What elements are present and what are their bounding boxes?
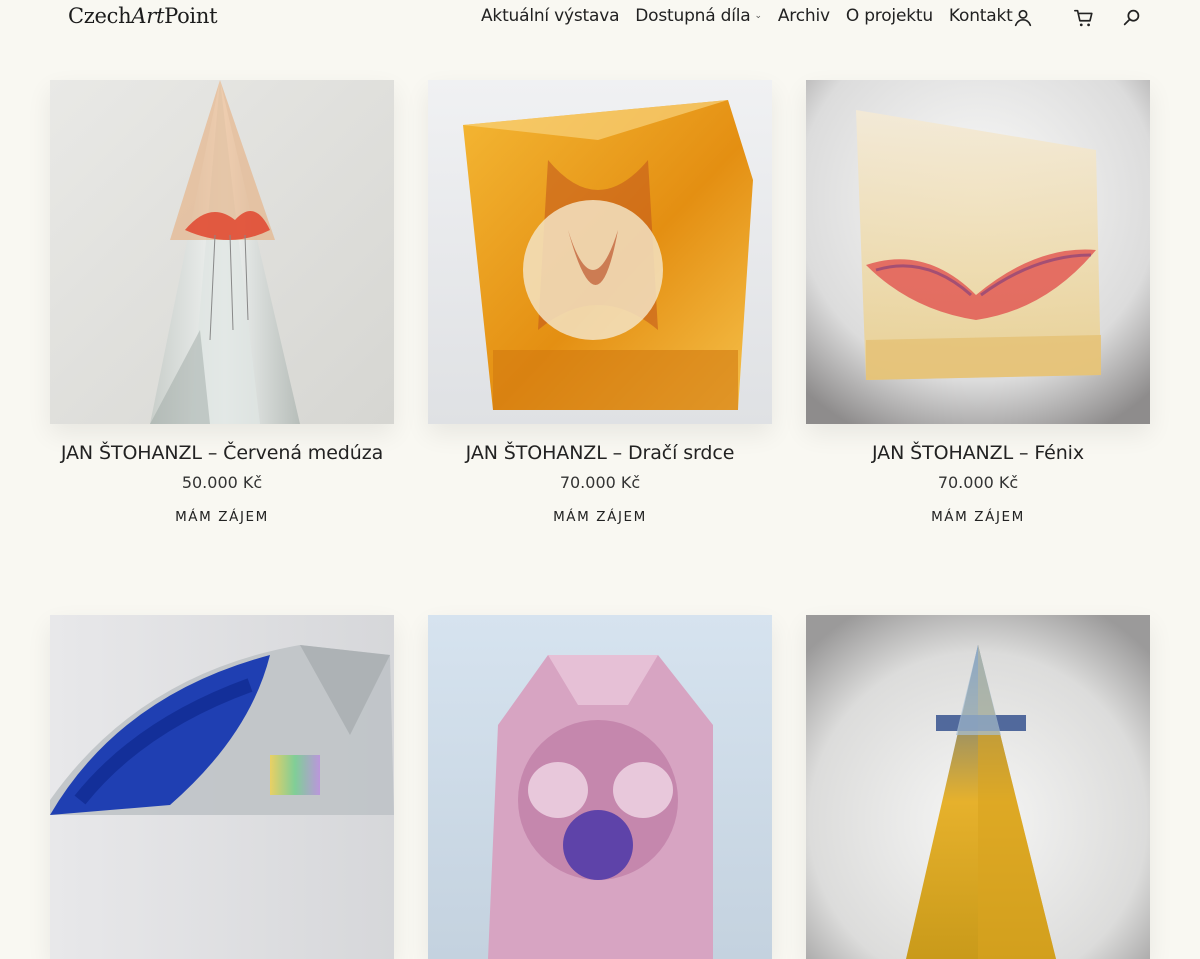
product-price: 70.000 Kč — [559, 473, 641, 492]
cart-button[interactable] — [1073, 7, 1095, 29]
logo-text-point: Point — [164, 4, 218, 28]
cart-icon — [1074, 9, 1093, 27]
nav-item-label: Archiv — [777, 6, 830, 26]
product-price: 50.000 Kč — [181, 473, 263, 492]
product-card — [806, 615, 1150, 959]
nav-item-label: Kontakt — [948, 6, 1013, 26]
product-title[interactable]: JAN ŠTOHANZL – Fénix — [806, 442, 1150, 464]
search-button[interactable] — [1121, 7, 1143, 29]
product-card: JAN ŠTOHANZL – Dračí srdce 70.000 Kč Mám… — [428, 80, 772, 525]
logo-text-art: Art — [131, 4, 165, 28]
product-image[interactable] — [806, 80, 1150, 424]
chevron-down-icon: ⌄ — [754, 11, 763, 21]
product-image[interactable] — [50, 80, 394, 424]
product-title[interactable]: JAN ŠTOHANZL – Červená medúza — [50, 442, 394, 464]
product-card — [428, 615, 772, 959]
product-image[interactable] — [428, 615, 772, 959]
product-card: JAN ŠTOHANZL – Červená medúza 50.000 Kč … — [50, 80, 394, 525]
interest-button[interactable]: Mám zájem — [50, 509, 394, 525]
search-icon — [1123, 9, 1140, 26]
nav-item-aktualni-vystava[interactable]: Aktuální výstava — [481, 6, 619, 26]
logo-text-czech: Czech — [68, 4, 132, 28]
product-card — [50, 615, 394, 959]
main-navigation: Aktuální výstava Dostupná díla ⌄ Archiv … — [481, 6, 1029, 26]
nav-item-label: O projektu — [845, 6, 933, 26]
nav-item-dostupna-dila[interactable]: Dostupná díla ⌄ — [635, 6, 762, 26]
site-header: CzechArtPoint Aktuální výstava Dostupná … — [0, 0, 1200, 40]
nav-item-o-projektu[interactable]: O projektu — [846, 6, 933, 26]
product-card: JAN ŠTOHANZL – Fénix 70.000 Kč Mám zájem — [806, 80, 1150, 525]
product-image[interactable] — [428, 80, 772, 424]
account-button[interactable] — [1012, 7, 1034, 29]
nav-item-kontakt[interactable]: Kontakt — [949, 6, 1013, 26]
user-icon — [1014, 9, 1032, 27]
product-price: 70.000 Kč — [937, 473, 1019, 492]
interest-button[interactable]: Mám zájem — [428, 509, 772, 525]
nav-item-label: Dostupná díla — [635, 6, 751, 26]
site-logo[interactable]: CzechArtPoint — [68, 4, 218, 28]
product-title[interactable]: JAN ŠTOHANZL – Dračí srdce — [428, 442, 772, 464]
interest-button[interactable]: Mám zájem — [806, 509, 1150, 525]
nav-item-label: Aktuální výstava — [481, 6, 620, 26]
product-image[interactable] — [806, 615, 1150, 959]
product-image[interactable] — [50, 615, 394, 959]
nav-item-archiv[interactable]: Archiv — [778, 6, 830, 26]
